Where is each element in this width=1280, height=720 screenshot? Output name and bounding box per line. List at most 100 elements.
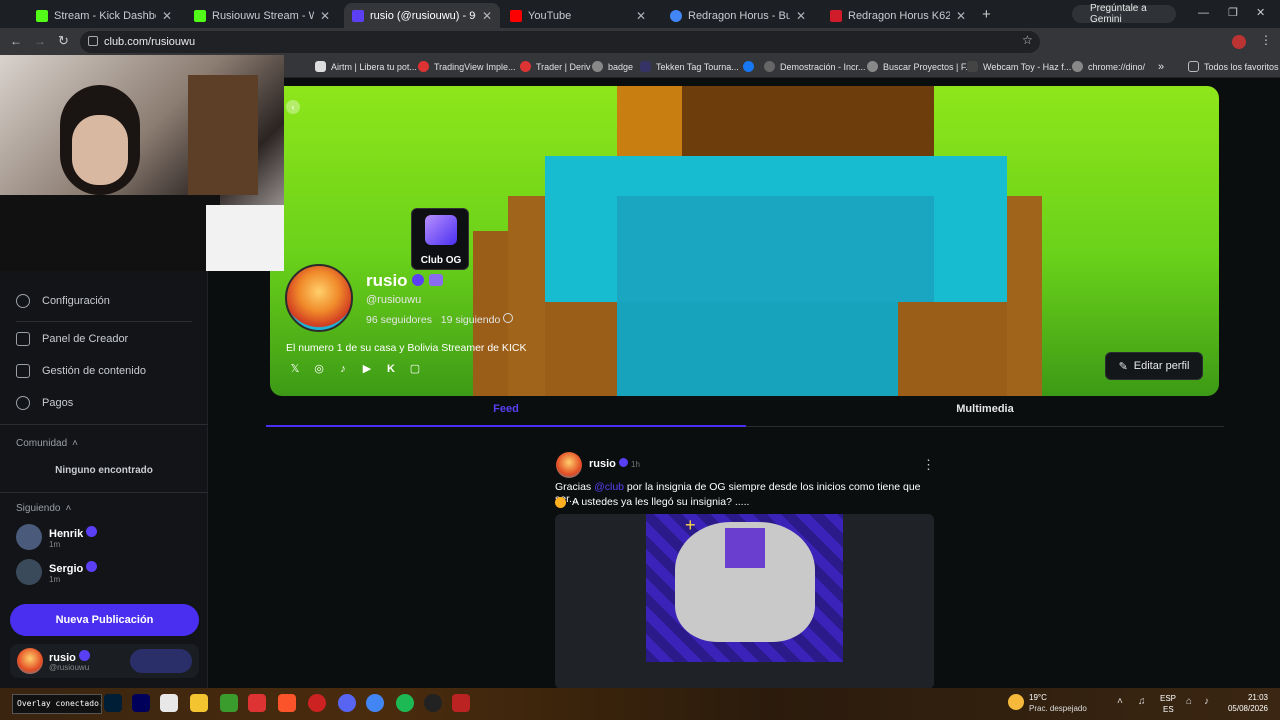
microphone-icon[interactable]: ♫: [1138, 696, 1146, 707]
clock-time[interactable]: 21:03: [1238, 693, 1268, 702]
following-name[interactable]: Sergio: [49, 561, 98, 575]
post-image[interactable]: +: [555, 514, 934, 689]
close-icon[interactable]: ✕: [162, 9, 172, 23]
sidebar-item-panel-creador[interactable]: Panel de Creador: [16, 329, 128, 349]
star-icon[interactable]: ☆: [1022, 33, 1033, 47]
new-post-button[interactable]: Nueva Publicación: [10, 604, 199, 636]
minecraft-icon[interactable]: [220, 694, 238, 712]
all-bookmarks[interactable]: Todos los favoritos: [1188, 58, 1279, 75]
bookmarks-overflow-icon[interactable]: »: [1158, 58, 1164, 75]
avatar[interactable]: [16, 524, 42, 550]
bookmark-webcamtoy[interactable]: Webcam Toy - Haz f...: [967, 58, 1071, 75]
reload-icon[interactable]: ↻: [58, 33, 69, 49]
bookmark-tekken[interactable]: Tekken Tag Tourna...: [640, 58, 739, 75]
volume-icon[interactable]: ♪: [1204, 696, 1209, 707]
pencil-icon: ✎: [1118, 360, 1128, 373]
bookmark-badge[interactable]: badge: [592, 58, 633, 75]
following-link[interactable]: 19 siguiendo: [441, 314, 501, 326]
deriv-icon[interactable]: [248, 694, 266, 712]
photoshop-icon[interactable]: [104, 694, 122, 712]
close-icon[interactable]: ✕: [636, 9, 646, 23]
following-header[interactable]: Siguiendo ˄: [16, 503, 71, 514]
sidebar-item-configuracion[interactable]: Configuración: [16, 291, 110, 311]
bookmark-tradingview[interactable]: TradingView Imple...: [418, 58, 516, 75]
site-info-icon[interactable]: [88, 36, 98, 46]
premiere-icon[interactable]: [132, 694, 150, 712]
club-og-badge-icon: [425, 215, 457, 245]
info-icon[interactable]: [503, 313, 514, 323]
webcam-icon: [967, 61, 978, 72]
bookmark-demostracion[interactable]: Demostración - Incr...: [764, 58, 866, 75]
post-author[interactable]: rusio 1h: [589, 458, 640, 470]
forward-icon[interactable]: →: [34, 34, 46, 48]
tab-profile[interactable]: rusio (@rusiouwu) - 96 Seguido✕: [344, 3, 500, 28]
tiktok-icon[interactable]: ♪: [336, 362, 350, 376]
close-icon[interactable]: ✕: [482, 9, 492, 23]
twitch-icon[interactable]: ▢: [408, 362, 422, 376]
post-menu-icon[interactable]: ⋮: [922, 457, 935, 473]
voicemod-icon[interactable]: [452, 694, 470, 712]
folder-icon[interactable]: [190, 694, 208, 712]
clock-date[interactable]: 05/08/2026: [1222, 704, 1268, 713]
avatar[interactable]: [16, 559, 42, 585]
tab-redragon[interactable]: Redragon Horus K622 TKL RGB✕: [822, 3, 974, 28]
close-window-button[interactable]: ✕: [1256, 6, 1265, 19]
store-icon[interactable]: [160, 694, 178, 712]
spotify-icon[interactable]: [396, 694, 414, 712]
post-mention[interactable]: @club: [594, 481, 624, 493]
new-tab-button[interactable]: +: [982, 6, 991, 23]
tray-expand-icon[interactable]: ˄: [1117, 696, 1123, 707]
back-icon[interactable]: ←: [10, 34, 22, 48]
bookmark-proyectos[interactable]: Buscar Proyectos | F...: [867, 58, 973, 75]
kick-icon[interactable]: K: [384, 362, 398, 376]
tab-divider: [746, 426, 1224, 427]
network-icon[interactable]: ⌂: [1186, 696, 1192, 707]
obs-icon[interactable]: [424, 694, 442, 712]
address-bar[interactable]: club.com/rusiouwu: [80, 31, 1040, 53]
sidebar-item-gestion[interactable]: Gestión de contenido: [16, 361, 146, 381]
restore-button[interactable]: ❐: [1228, 6, 1238, 19]
discord-icon[interactable]: [338, 694, 356, 712]
collapse-sidebar-icon[interactable]: ‹: [286, 100, 300, 114]
social-links: 𝕏 ◎ ♪ ▶ K ▢: [288, 362, 422, 376]
followers-link[interactable]: 96 seguidores: [366, 314, 432, 326]
profile-avatar[interactable]: [285, 264, 353, 332]
minimize-button[interactable]: —: [1198, 7, 1209, 19]
following-name[interactable]: Henrik: [49, 526, 98, 540]
window-light: [206, 205, 284, 271]
community-header[interactable]: Comunidad ˄: [16, 438, 78, 449]
brave-icon[interactable]: [278, 694, 296, 712]
close-icon[interactable]: ✕: [956, 9, 966, 23]
chrome-icon[interactable]: [366, 694, 384, 712]
tab-kick-dashboard[interactable]: Stream - Kick Dashboard✕: [28, 3, 180, 28]
weather-icon[interactable]: [1008, 694, 1024, 710]
globe-icon: [1072, 61, 1083, 72]
sidebar-item-pagos[interactable]: Pagos: [16, 393, 73, 413]
opera-icon[interactable]: [308, 694, 326, 712]
weather-desc: Prac. despejado: [1029, 704, 1087, 713]
tab-youtube[interactable]: YouTube ✕: [502, 3, 654, 28]
user-status-pill[interactable]: [130, 649, 192, 673]
close-icon[interactable]: ✕: [320, 9, 330, 23]
profile-avatar-icon[interactable]: [1232, 35, 1246, 49]
tab-watch-live[interactable]: Rusiouwu Stream - Watch Live✕: [186, 3, 338, 28]
edit-profile-button[interactable]: ✎ Editar perfil: [1105, 352, 1203, 380]
tab-multimedia[interactable]: Multimedia: [746, 403, 1224, 425]
bookmark-airtm[interactable]: Airtm | Libera tu pot...: [315, 58, 417, 75]
youtube-icon[interactable]: ▶: [360, 362, 374, 376]
close-icon[interactable]: ✕: [796, 9, 806, 23]
post-avatar[interactable]: [556, 452, 582, 478]
tab-feed[interactable]: Feed: [266, 403, 746, 425]
tab-google-search[interactable]: Redragon Horus - Buscar con G✕: [662, 3, 814, 28]
language-indicator[interactable]: ESP: [1160, 694, 1176, 703]
instagram-icon[interactable]: ◎: [312, 362, 326, 376]
bookmark-dino[interactable]: chrome://dino/: [1072, 58, 1145, 75]
bookmark-deriv[interactable]: Trader | Deriv: [520, 58, 591, 75]
gemini-button[interactable]: Pregúntale a Gemini: [1072, 3, 1176, 25]
x-icon[interactable]: 𝕏: [288, 362, 302, 376]
menu-icon[interactable]: ⋮: [1260, 33, 1272, 47]
pixel-art: [617, 86, 682, 156]
profile-name: rusio: [366, 271, 444, 291]
club-og-badge-icon[interactable]: [429, 274, 444, 286]
bookmark-facebook[interactable]: [743, 58, 759, 75]
